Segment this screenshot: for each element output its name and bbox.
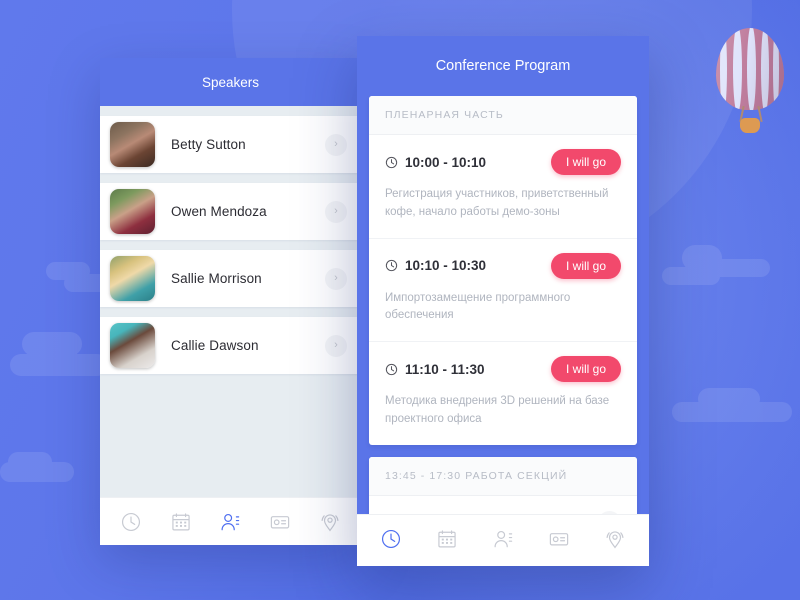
avatar <box>110 189 155 234</box>
chevron-right-icon[interactable]: › <box>325 334 347 357</box>
clock-icon <box>385 363 398 376</box>
program-sections[interactable]: ПЛЕНАРНАЯ ЧАСТЬ 10:00 - 10:10 I will go Рег… <box>357 96 649 514</box>
speaker-name: Betty Sutton <box>171 137 246 152</box>
event-time: 10:10 - 10:30 <box>385 258 486 273</box>
speaker-list-item[interactable]: Betty Sutton › <box>100 116 361 173</box>
event-time-label: 10:10 - 10:30 <box>405 258 487 274</box>
speaker-list-item[interactable]: Callie Dawson › <box>100 317 361 374</box>
nav-program-speakers-icon[interactable] <box>488 524 518 554</box>
section-heading: ПЛЕНАРНАЯ ЧАСТЬ <box>369 96 637 135</box>
speaker-list-item[interactable]: Sallie Morrison › <box>100 250 361 307</box>
nav-speakers-clock-icon[interactable] <box>116 507 146 537</box>
nav-program-badge-icon[interactable] <box>544 524 574 554</box>
event-description: Регистрация участников, приветственный к… <box>385 188 609 218</box>
chevron-right-icon[interactable]: › <box>325 133 347 156</box>
clock-icon <box>385 156 398 169</box>
nav-speakers-speakers-icon[interactable] <box>215 507 245 537</box>
section-heading: 13:45 - 17:30 РАБОТА СЕКЦИЙ <box>369 456 637 496</box>
i-will-go-button[interactable]: I will go <box>550 252 621 279</box>
speaker-name: Callie Dawson <box>171 338 259 353</box>
event-time: 10:00 - 10:10 <box>385 155 486 170</box>
balloon-envelope <box>716 28 784 110</box>
clock-icon <box>385 259 398 272</box>
conference-program-screen: Conference Program ПЛЕНАРНАЯ ЧАСТЬ 10:00 … <box>357 36 649 566</box>
speakers-list: Betty Sutton › Owen Mendoza › Sallie Morriso… <box>100 106 361 497</box>
event-header-row: 10:00 - 10:10 I will go <box>385 149 621 175</box>
avatar <box>110 323 155 368</box>
speaker-list-item[interactable]: Owen Mendoza › <box>100 183 361 240</box>
avatar <box>110 122 155 167</box>
cloud-shape <box>662 245 770 285</box>
event-header-row: 11:10 - 11:30 I will go <box>385 356 621 383</box>
i-will-go-button[interactable]: I will go <box>550 149 621 175</box>
avatar <box>110 256 155 301</box>
bottom-navigation-program[interactable] <box>357 514 649 562</box>
event-description: Импортозамещение программного обеспечени… <box>385 291 571 322</box>
nav-speakers-badge-icon[interactable] <box>265 507 295 537</box>
i-will-go-button[interactable]: I will go <box>550 356 621 383</box>
event-header-row: 13:45 - 14:00› <box>385 510 621 514</box>
chevron-right-icon[interactable]: › <box>325 267 347 290</box>
speakers-header: Speakers <box>100 58 361 106</box>
nav-program-calendar-icon[interactable] <box>432 524 462 554</box>
event-header-row: 10:10 - 10:30 I will go <box>385 252 621 279</box>
program-event[interactable]: 10:10 - 10:30 I will go Импортозамещение п… <box>369 239 637 343</box>
speaker-name: Sallie Morrison <box>171 271 262 286</box>
chevron-right-icon[interactable]: › <box>325 200 347 223</box>
page-title: Speakers <box>201 74 260 90</box>
nav-program-clock-icon[interactable] <box>376 524 406 554</box>
nav-speakers-calendar-icon[interactable] <box>166 507 196 537</box>
program-header: Conference Program <box>357 36 649 96</box>
hot-air-balloon-icon <box>716 28 784 138</box>
nav-program-location-pin-icon[interactable] <box>600 524 630 554</box>
program-event[interactable]: 13:45 - 14:00›Секция №1. «Проектирование… <box>369 496 637 514</box>
event-description: Методика внедрения 3D решений на базе пр… <box>385 395 610 426</box>
speaker-name: Owen Mendoza <box>171 204 267 219</box>
cloud-shape <box>0 452 74 482</box>
event-time-label: 10:00 - 10:10 <box>405 154 487 170</box>
event-time-label: 11:10 - 11:30 <box>405 361 485 377</box>
nav-speakers-location-pin-icon[interactable] <box>315 507 345 537</box>
cloud-shape <box>672 388 792 422</box>
cloud-shape <box>10 332 110 376</box>
program-section: ПЛЕНАРНАЯ ЧАСТЬ 10:00 - 10:10 I will go Рег… <box>369 96 637 445</box>
chevron-right-icon[interactable]: › <box>598 511 621 514</box>
program-event[interactable]: 10:00 - 10:10 I will go Регистрация участн… <box>369 135 637 239</box>
event-time: 11:10 - 11:30 <box>385 362 485 377</box>
program-section: 13:45 - 17:30 РАБОТА СЕКЦИЙ13:45 - 14:00… <box>369 456 637 514</box>
program-event[interactable]: 11:10 - 11:30 I will go Методика внедрения… <box>369 342 637 445</box>
balloon-basket <box>740 118 760 133</box>
bottom-navigation-speakers[interactable] <box>100 497 361 545</box>
page-title: Conference Program <box>435 58 571 74</box>
speakers-screen: Speakers Betty Sutton › Owen Mendoza › Salli… <box>100 58 361 545</box>
